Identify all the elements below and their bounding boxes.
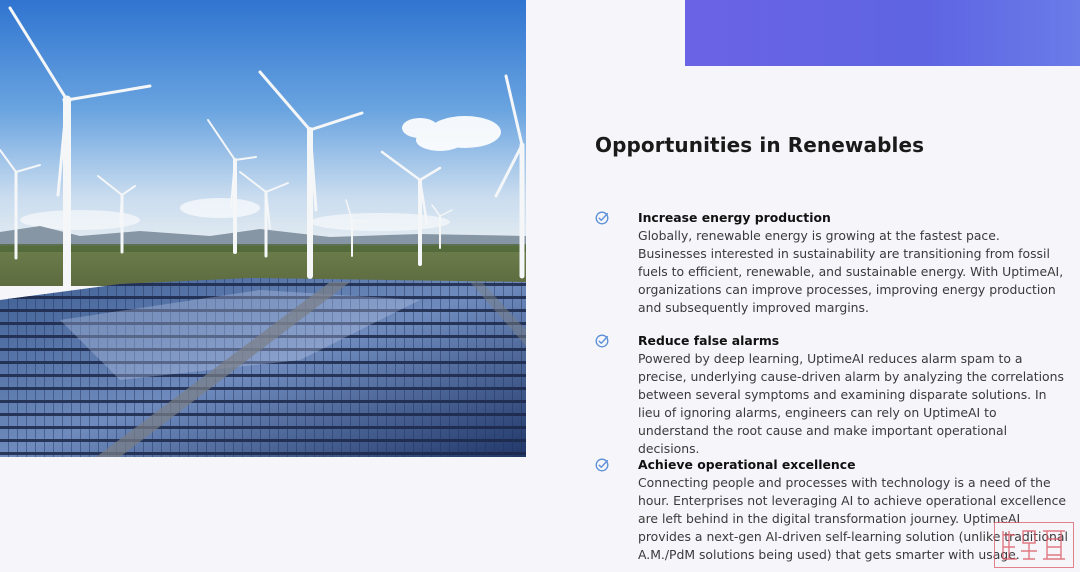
check-circle-icon [595,458,609,472]
check-circle-icon [595,211,609,225]
hero-image [0,0,526,457]
content-card: Opportunities in Renewables Increase ene… [526,66,1080,572]
feature-heading: Increase energy production [638,210,831,225]
feature-description: Powered by deep learning, UptimeAI reduc… [638,351,1064,457]
wind-turbines-and-solar-panels-photo [0,0,526,457]
watermark-stamp [994,522,1074,568]
section-title: Opportunities in Renewables [595,133,925,157]
feature-description: Globally, renewable energy is growing at… [638,228,1064,316]
page: Opportunities in Renewables Increase ene… [0,0,1080,572]
feature-heading: Achieve operational excellence [638,457,856,472]
top-gradient-banner [685,0,1080,66]
seal-glyph-icon [1002,530,1065,560]
feature-heading: Reduce false alarms [638,333,780,348]
check-circle-icon [595,334,609,348]
